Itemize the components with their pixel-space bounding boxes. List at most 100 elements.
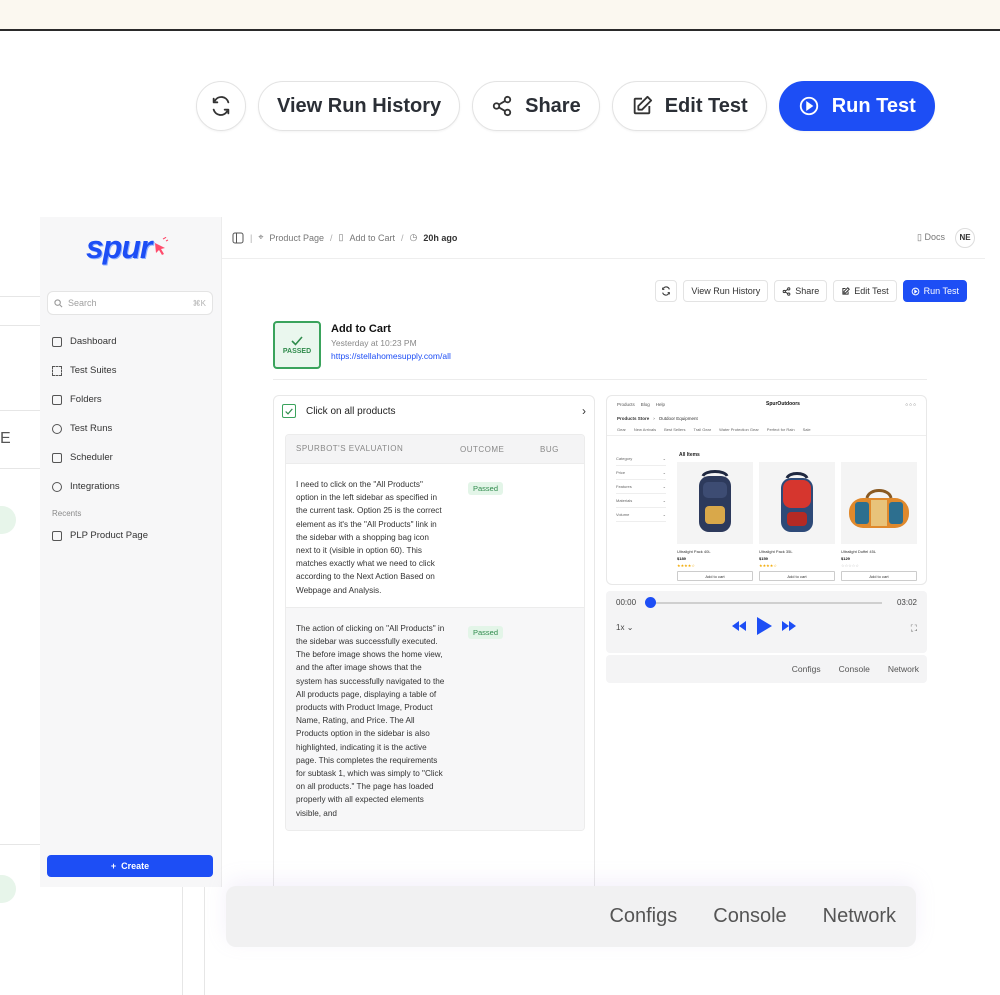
main-content: | ⌖ Product Page / ▯ Add to Cart / ◷ 20h… — [222, 217, 985, 887]
preview-tab: Water Protection Gear — [719, 427, 759, 432]
inner-edit-test-button[interactable]: Edit Test — [833, 280, 897, 302]
sidebar-item-label: Test Runs — [70, 423, 113, 434]
step-card: Click on all products › SPURBOT'S EVALUA… — [273, 395, 595, 887]
sidebar-item-test-suites[interactable]: Test Suites — [52, 356, 212, 385]
sidebar-item-dashboard[interactable]: Dashboard — [52, 327, 212, 356]
folder-icon — [52, 394, 62, 405]
chevron-down-icon: ⌄ — [662, 456, 666, 461]
player-controls — [732, 617, 796, 635]
ghost-column-letter: E — [0, 430, 11, 447]
check-icon — [291, 335, 303, 346]
outcome-badge: Passed — [468, 625, 504, 639]
product-name: Ultralight Duffel 45L — [841, 549, 877, 554]
fullscreen-icon[interactable]: ⛶ — [911, 623, 917, 634]
inner-run-test-button[interactable]: Run Test — [902, 280, 967, 302]
share-button[interactable]: Share — [472, 81, 600, 131]
preview-crumb-1: Products Store — [617, 415, 650, 421]
create-button[interactable]: + Create — [47, 855, 213, 877]
logo-text: spur — [86, 229, 152, 265]
view-run-history-label: View Run History — [277, 94, 442, 117]
ghost-divider — [204, 887, 205, 995]
dashboard-icon — [52, 336, 62, 347]
fast-forward-icon[interactable] — [782, 621, 796, 631]
product-image — [759, 462, 835, 544]
replay-player: 00:00 03:02 1x ⌄ ⛶ — [606, 591, 927, 653]
outcome-cell: Passed — [460, 478, 540, 597]
edit-icon — [842, 286, 851, 295]
product-price: $129 — [841, 556, 850, 561]
play-circle-icon — [911, 287, 919, 295]
inner-view-run-history-button[interactable]: View Run History — [683, 280, 769, 302]
tab-console[interactable]: Console — [713, 905, 786, 928]
create-label: Create — [121, 861, 150, 871]
breadcrumb: | ⌖ Product Page / ▯ Add to Cart / ◷ 20h… — [222, 217, 985, 259]
playback-speed-select[interactable]: 1x ⌄ — [616, 623, 633, 632]
search-input[interactable]: Search ⌘K — [47, 291, 213, 315]
cursor-icon — [155, 236, 169, 255]
ghost-status-dot — [0, 506, 16, 534]
playback-speed-value: 1x — [616, 623, 625, 632]
edit-test-button[interactable]: Edit Test — [611, 81, 767, 131]
player-current-time: 00:00 — [616, 598, 637, 607]
table-row: The action of clicking on "All Products"… — [286, 606, 584, 830]
breadcrumb-add-to-cart[interactable]: Add to Cart — [349, 233, 395, 243]
top-band — [0, 0, 1000, 31]
test-runs-icon — [52, 423, 62, 434]
pin-icon: ⌖ — [258, 232, 264, 242]
preview-product-card: Ultralight Pack 40L $189 ★★★★☆ Add to ca… — [677, 462, 753, 581]
avatar[interactable]: NE — [955, 227, 975, 248]
step-header[interactable]: Click on all products › — [274, 396, 594, 426]
player-progress-track[interactable] — [650, 602, 882, 604]
product-price: $159 — [759, 556, 768, 561]
tab-network[interactable]: Network — [888, 664, 919, 674]
breadcrumb-product-page[interactable]: Product Page — [269, 233, 324, 243]
docs-label: Docs — [924, 232, 945, 242]
tab-console[interactable]: Console — [839, 664, 870, 674]
refresh-icon — [212, 96, 230, 116]
embedded-app-view: spur Search ⌘K Dashboard Test Suites Fol… — [40, 217, 985, 887]
inner-refresh-button[interactable] — [655, 280, 678, 302]
view-run-history-button[interactable]: View Run History — [258, 81, 461, 131]
recents-heading: Recents — [52, 508, 82, 518]
tab-configs[interactable]: Configs — [792, 664, 821, 674]
tab-network[interactable]: Network — [823, 905, 896, 928]
sidebar-item-scheduler[interactable]: Scheduler — [52, 443, 212, 472]
test-url-link[interactable]: https://stellahomesupply.com/all — [331, 351, 451, 361]
player-progress-knob[interactable] — [644, 597, 656, 608]
add-to-cart-button: Add to cart — [841, 571, 917, 581]
sidebar-item-label: Folders — [70, 394, 102, 405]
file-icon: ▯ — [338, 232, 344, 242]
sidebar-item-test-runs[interactable]: Test Runs — [52, 414, 212, 443]
sidebar-toggle-icon[interactable] — [232, 232, 244, 244]
docs-link[interactable]: ▯ Docs — [917, 232, 945, 243]
preview-filter: Category ⌄ — [616, 452, 666, 466]
folder-icon — [52, 530, 62, 541]
preview-product-card: Ultralight Duffel 45L $129 ☆☆☆☆☆ Add to … — [841, 462, 917, 581]
preview-tab: Trail Gear — [693, 427, 712, 432]
sidebar-nav: Dashboard Test Suites Folders Test Runs … — [52, 327, 212, 550]
sidebar-item-label: Test Suites — [70, 365, 117, 376]
preview-nav: Products Blog Help SpurOutdoors ○ ○ ○ — [607, 396, 926, 412]
inner-share-button[interactable]: Share — [774, 280, 828, 302]
play-icon[interactable] — [756, 617, 772, 635]
tab-configs[interactable]: Configs — [609, 905, 677, 928]
preview-tab: New Arrivals — [633, 427, 657, 432]
refresh-icon — [662, 286, 671, 296]
chevron-down-icon: ⌄ — [662, 512, 666, 517]
chevron-right-icon[interactable]: › — [582, 404, 586, 418]
test-suites-icon — [52, 365, 62, 376]
rewind-icon[interactable] — [732, 621, 746, 631]
preview-tab: Perfect for Rain — [766, 427, 795, 432]
search-shortcut: ⌘K — [192, 298, 206, 308]
preview-filter: Volume ⌄ — [616, 508, 666, 522]
refresh-button[interactable] — [196, 81, 246, 131]
sidebar-item-folders[interactable]: Folders — [52, 385, 212, 414]
ghost-divider — [182, 887, 183, 995]
run-test-button[interactable]: Run Test — [778, 81, 935, 131]
recent-item-plp-product-page[interactable]: PLP Product Page — [52, 521, 212, 550]
product-price: $189 — [677, 556, 686, 561]
product-image — [841, 462, 917, 544]
preview-tab: Gear — [617, 427, 626, 432]
sidebar-item-integrations[interactable]: Integrations — [52, 472, 212, 501]
edit-icon — [633, 95, 652, 115]
